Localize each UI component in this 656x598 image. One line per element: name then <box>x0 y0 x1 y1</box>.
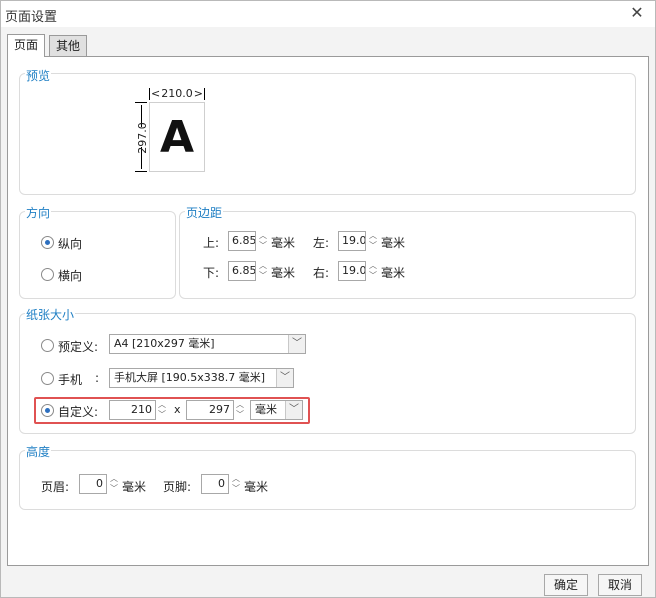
chevron-down-icon[interactable]: ﹀ <box>285 401 302 419</box>
tab-page[interactable]: 页面 <box>7 34 46 57</box>
chevron-up-icon[interactable]: ︿ <box>257 261 269 271</box>
margin-top-label: 上: <box>203 236 220 250</box>
margin-top-input[interactable]: 6.85 <box>228 231 256 251</box>
margin-right-unit: 毫米 <box>381 266 406 280</box>
predefined-select[interactable]: A4 [210x297 毫米] ﹀ <box>109 334 306 354</box>
custom-label: 自定义: <box>58 405 99 419</box>
preview-width-label: < 210.0 > <box>149 87 205 100</box>
phone-select[interactable]: 手机大屏 [190.5x338.7 毫米] ﹀ <box>109 368 294 388</box>
chevron-up-icon[interactable]: ︿ <box>367 231 379 241</box>
margin-top-unit: 毫米 <box>271 236 296 250</box>
margin-bottom-unit: 毫米 <box>271 266 296 280</box>
chevron-down-icon[interactable]: ﹀ <box>108 484 120 494</box>
phone-radio[interactable] <box>41 372 54 385</box>
margins-group <box>179 211 636 299</box>
custom-x-separator: x <box>174 403 181 416</box>
header-height-unit: 毫米 <box>122 480 147 494</box>
chevron-down-icon[interactable]: ﹀ <box>367 271 379 281</box>
left-arrow-icon: < <box>151 87 161 100</box>
custom-unit-select[interactable]: 毫米 ﹀ <box>250 400 303 420</box>
portrait-radio[interactable] <box>41 236 54 249</box>
margin-bottom-input[interactable]: 6.85 <box>228 261 256 281</box>
preview-group <box>19 73 636 195</box>
portrait-label: 纵向 <box>58 237 83 251</box>
chevron-down-icon[interactable]: ﹀ <box>276 369 293 387</box>
orientation-group-title: 方向 <box>25 204 52 221</box>
chevron-down-icon[interactable]: ﹀ <box>288 335 305 353</box>
height-group-title: 高度 <box>25 443 52 460</box>
footer-height-input[interactable]: 0 <box>201 474 229 494</box>
header-height-label: 页眉: <box>41 480 70 494</box>
phone-label: 手机 <box>58 373 83 387</box>
custom-height-input[interactable]: 297 <box>186 400 234 420</box>
footer-height-unit: 毫米 <box>244 480 269 494</box>
preview-group-title: 预览 <box>25 67 52 84</box>
margin-bottom-stepper[interactable]: ︿ ﹀ <box>257 261 269 281</box>
chevron-up-icon[interactable]: ︿ <box>257 231 269 241</box>
landscape-label: 横向 <box>58 269 83 283</box>
title-bar: 页面设置 ✕ <box>1 1 655 27</box>
margins-group-title: 页边距 <box>185 204 224 221</box>
right-arrow-icon: > <box>193 87 203 100</box>
margin-top-stepper[interactable]: ︿ ﹀ <box>257 231 269 251</box>
chevron-down-icon[interactable]: ﹀ <box>230 484 242 494</box>
chevron-up-icon[interactable]: ︿ <box>234 400 246 410</box>
chevron-up-icon[interactable]: ︿ <box>230 474 242 484</box>
cancel-button[interactable]: 取消 <box>598 574 642 596</box>
custom-radio[interactable] <box>41 404 54 417</box>
chevron-down-icon[interactable]: ﹀ <box>257 271 269 281</box>
custom-width-stepper[interactable]: ︿ ﹀ <box>156 400 168 420</box>
footer-height-stepper[interactable]: ︿ ﹀ <box>230 474 242 494</box>
footer-height-label: 页脚: <box>163 480 192 494</box>
predefined-label: 预定义: <box>58 340 99 354</box>
predefined-radio[interactable] <box>41 339 54 352</box>
header-height-stepper[interactable]: ︿ ﹀ <box>108 474 120 494</box>
chevron-down-icon[interactable]: ﹀ <box>367 241 379 251</box>
margin-left-stepper[interactable]: ︿ ﹀ <box>367 231 379 251</box>
margin-left-label: 左: <box>313 236 330 250</box>
chevron-down-icon[interactable]: ﹀ <box>234 410 246 420</box>
margin-bottom-label: 下: <box>203 266 220 280</box>
preview-paper: A <box>149 102 205 172</box>
chevron-down-icon[interactable]: ﹀ <box>257 241 269 251</box>
ok-button[interactable]: 确定 <box>544 574 588 596</box>
chevron-up-icon[interactable]: ︿ <box>108 474 120 484</box>
chevron-up-icon[interactable]: ︿ <box>156 400 168 410</box>
landscape-radio[interactable] <box>41 268 54 281</box>
chevron-down-icon[interactable]: ﹀ <box>156 410 168 420</box>
phone-colon: : <box>95 371 100 385</box>
window-title: 页面设置 <box>5 10 58 25</box>
margin-right-input[interactable]: 19.05 <box>338 261 366 281</box>
close-icon[interactable]: ✕ <box>627 3 647 23</box>
page-setup-dialog: 页面设置 ✕ 页面 其他 预览 < 210.0 > 297.0 A 方向 纵向 … <box>0 0 656 598</box>
preview-height-label: 297.0 <box>136 122 149 154</box>
tab-other[interactable]: 其他 <box>49 35 88 57</box>
orientation-group <box>19 211 176 299</box>
header-height-input[interactable]: 0 <box>79 474 107 494</box>
margin-left-unit: 毫米 <box>381 236 406 250</box>
chevron-up-icon[interactable]: ︿ <box>367 261 379 271</box>
margin-right-label: 右: <box>313 266 330 280</box>
margin-left-input[interactable]: 19.05 <box>338 231 366 251</box>
custom-height-stepper[interactable]: ︿ ﹀ <box>234 400 246 420</box>
paper-size-group-title: 纸张大小 <box>25 306 76 323</box>
margin-right-stepper[interactable]: ︿ ﹀ <box>367 261 379 281</box>
custom-width-input[interactable]: 210 <box>109 400 156 420</box>
